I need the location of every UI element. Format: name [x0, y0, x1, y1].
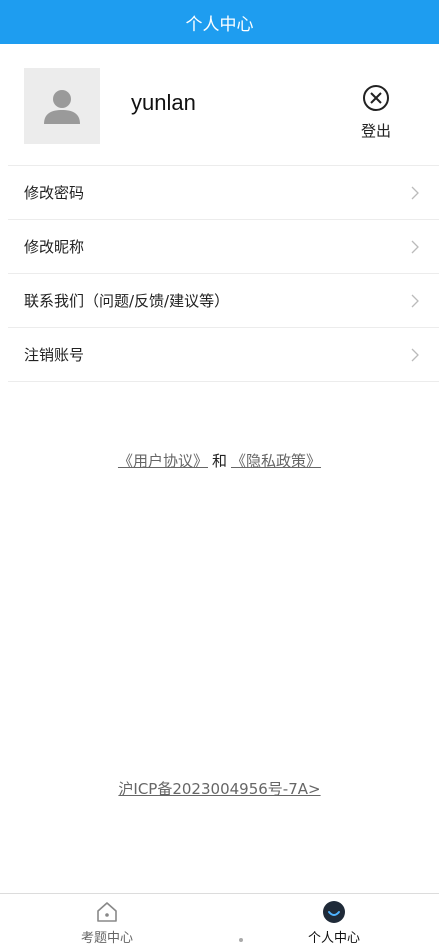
tab-personal-center[interactable]: 个人中心 [274, 900, 394, 946]
chevron-right-icon [411, 186, 419, 199]
icp-link[interactable]: 沪ICP备2023004956号-7A> [118, 780, 320, 798]
page-indicator-dot [239, 938, 243, 942]
tab-exam-center[interactable]: 考题中心 [47, 900, 167, 946]
menu-item-delete-account[interactable]: 注销账号 [8, 328, 439, 382]
logout-label: 登出 [360, 122, 391, 140]
avatar[interactable] [24, 68, 100, 144]
default-user-icon [44, 90, 80, 124]
close-circle-icon [363, 85, 389, 111]
logout-button[interactable]: 登出 [354, 84, 398, 146]
menu-item-label: 修改昵称 [24, 238, 85, 256]
profile-section: yunlan 登出 [0, 44, 439, 166]
chevron-right-icon [411, 240, 419, 253]
menu-item-label: 联系我们（问题/反馈/建议等） [24, 292, 230, 310]
page-title: 个人中心 [185, 14, 254, 35]
person-circle-icon [323, 901, 345, 923]
icp-record: 沪ICP备2023004956号-7A> [0, 778, 439, 799]
tab-label: 考题中心 [80, 931, 133, 946]
bottom-tab-bar: 考题中心 个人中心 [0, 893, 439, 949]
privacy-policy-link[interactable]: 《隐私政策》 [231, 452, 321, 470]
and-text: 和 [211, 452, 227, 470]
menu-item-label: 修改密码 [24, 184, 85, 202]
settings-menu: 修改密码 修改昵称 联系我们（问题/反馈/建议等） 注销账号 [8, 166, 439, 382]
menu-item-change-password[interactable]: 修改密码 [8, 166, 439, 220]
username: yunlan [131, 90, 196, 115]
chevron-right-icon [411, 294, 419, 307]
menu-item-contact-us[interactable]: 联系我们（问题/反馈/建议等） [8, 274, 439, 328]
agreement-links: 《用户协议》和《隐私政策》 [0, 450, 439, 471]
tab-label: 个人中心 [307, 931, 360, 946]
user-agreement-link[interactable]: 《用户协议》 [118, 452, 208, 470]
menu-item-change-nickname[interactable]: 修改昵称 [8, 220, 439, 274]
home-icon [97, 902, 117, 922]
chevron-right-icon [411, 348, 419, 361]
app-header: 个人中心 [0, 0, 439, 44]
menu-item-label: 注销账号 [24, 346, 85, 364]
